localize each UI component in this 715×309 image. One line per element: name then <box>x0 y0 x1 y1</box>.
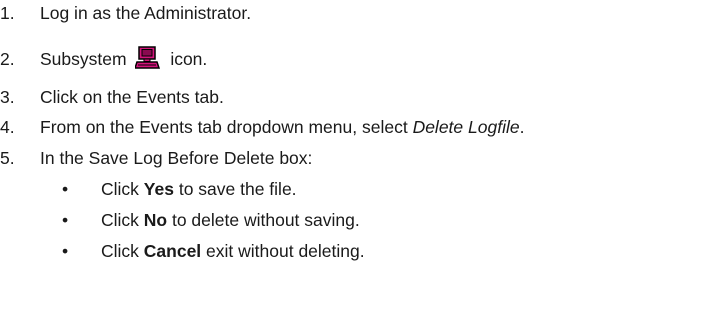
step-number: 5. <box>0 148 15 168</box>
bullet-text-after: to save the file. <box>173 179 297 199</box>
bullet-symbol: • <box>62 241 69 261</box>
bullet-text: Click Yes to save the file. <box>101 176 297 202</box>
button-name: Cancel <box>143 241 202 261</box>
bullet-symbol: • <box>62 179 69 199</box>
bullet-text-before: Click <box>101 179 144 199</box>
step-number: 2. <box>0 49 15 69</box>
step-text-after: . <box>519 117 525 137</box>
step-text-before: From on the Events tab dropdown menu, se… <box>40 117 413 137</box>
step-text-after: icon. <box>170 49 208 69</box>
step-text: Subsystem icon. <box>40 44 207 74</box>
menu-item-name: Delete Logfile <box>412 117 520 137</box>
bullet-text-after: exit without deleting. <box>201 241 365 261</box>
step-number: 4. <box>0 117 15 137</box>
step-text-before: Subsystem <box>40 49 127 69</box>
bullet-text-before: Click <box>101 210 144 230</box>
bullet-symbol: • <box>62 210 69 230</box>
bullet-text-after: to delete without saving. <box>167 210 360 230</box>
bullet-text: Click No to delete without saving. <box>101 207 360 233</box>
step-number: 1. <box>0 3 15 23</box>
step-text: Click on the Events tab. <box>40 87 224 107</box>
bullet-text-before: Click <box>101 241 144 261</box>
button-name: Yes <box>143 179 174 199</box>
button-name: No <box>143 210 168 230</box>
step-text: In the Save Log Before Delete box: <box>40 148 313 168</box>
bullet-text: Click Cancel exit without deleting. <box>101 238 365 264</box>
step-text: From on the Events tab dropdown menu, se… <box>40 114 524 140</box>
step-text: Log in as the Administrator. <box>40 3 252 23</box>
subsystem-computer-icon <box>134 46 161 72</box>
step-number: 3. <box>0 87 15 107</box>
